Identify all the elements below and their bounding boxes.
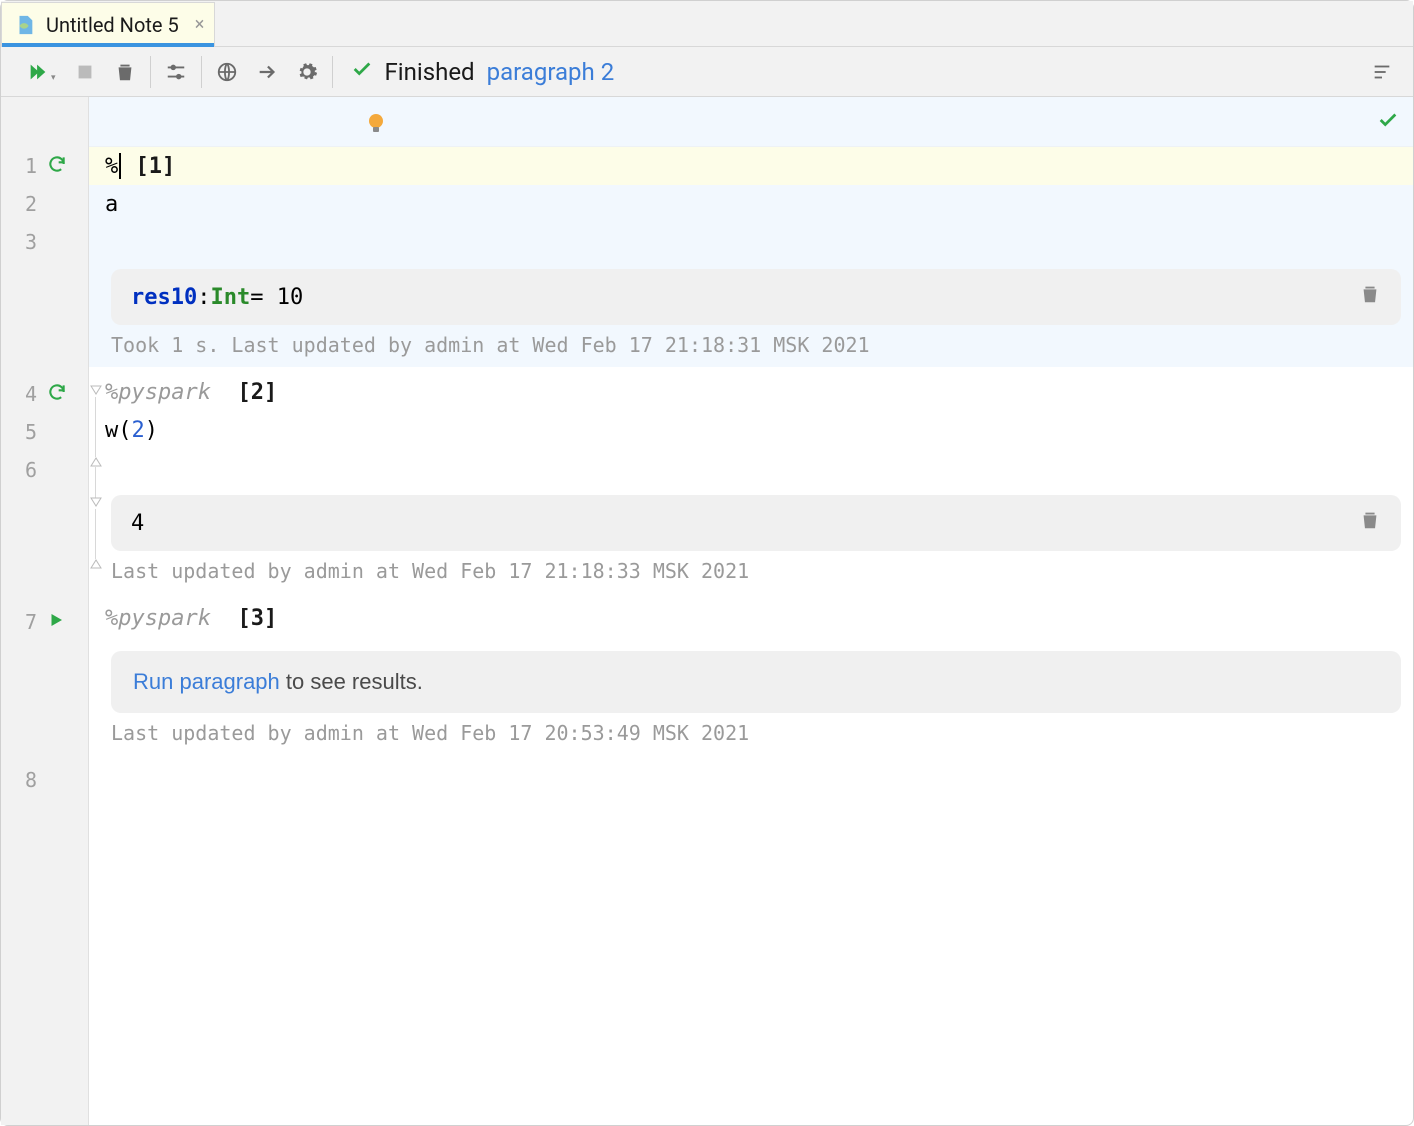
line-number: 7: [1, 610, 37, 634]
arrow-right-button[interactable]: [256, 61, 278, 83]
meta-line: Last updated by admin at Wed Feb 17 21:1…: [89, 555, 1413, 593]
gutter: 1 2 3 4 5 6 7 8: [1, 97, 89, 1125]
line-number: 5: [1, 420, 37, 444]
trash-icon[interactable]: [1359, 509, 1381, 537]
line-number: 1: [1, 154, 37, 178]
code-text: ): [145, 418, 158, 443]
tab-title: Untitled Note 5: [46, 13, 179, 37]
tab-bar: Untitled Note 5 ×: [1, 1, 1413, 47]
line-number: 2: [1, 192, 37, 216]
run-dropdown-icon[interactable]: ▾: [51, 73, 56, 83]
line-number: 8: [1, 768, 37, 792]
paragraph-1[interactable]: % [1] a res10: Int = 10 Took 1 s. Last u…: [89, 147, 1413, 367]
outline-button[interactable]: [1371, 61, 1393, 83]
line-number: 4: [1, 382, 37, 406]
code-line[interactable]: % [1]: [89, 147, 1413, 185]
meta-line: Took 1 s. Last updated by admin at Wed F…: [89, 329, 1413, 367]
cell-tag: [2]: [237, 380, 277, 405]
text-cursor: [119, 153, 121, 179]
code-text: a: [105, 192, 118, 217]
code-line[interactable]: %pyspark [2]: [89, 373, 1413, 411]
hint-row: [89, 97, 1413, 147]
status-check-icon: [351, 58, 373, 86]
code-line[interactable]: a: [89, 185, 1413, 223]
code-line[interactable]: [89, 449, 1413, 487]
paragraph-3[interactable]: %pyspark [3] Run paragraph to see result…: [89, 599, 1413, 755]
meta-line: Last updated by admin at Wed Feb 17 20:5…: [89, 717, 1413, 755]
rerun-icon[interactable]: [47, 382, 67, 407]
status-area: Finished paragraph 2: [333, 58, 633, 86]
paragraph-2[interactable]: %pyspark [2] w(2) 4 Last updated by admi…: [89, 373, 1413, 593]
delete-button[interactable]: [114, 61, 136, 83]
ok-check-icon: [1377, 109, 1399, 137]
stop-button: [74, 61, 96, 83]
tab-active[interactable]: Untitled Note 5 ×: [1, 2, 215, 46]
tab-close-icon[interactable]: ×: [195, 14, 205, 35]
line-number: 3: [1, 230, 37, 254]
gear-button[interactable]: [296, 61, 318, 83]
status-label: Finished: [385, 58, 475, 86]
bulb-icon[interactable]: [367, 113, 385, 135]
editor: 1 2 3 4 5 6 7 8: [1, 97, 1413, 1125]
status-link[interactable]: paragraph 2: [487, 58, 615, 86]
cell-tag: [3]: [237, 606, 277, 631]
result-colon: :: [197, 285, 210, 310]
line-number: 6: [1, 458, 37, 482]
code-line[interactable]: [89, 223, 1413, 261]
note-file-icon: [14, 14, 36, 36]
result-box: 4: [111, 495, 1401, 551]
result-type: Int: [210, 285, 250, 310]
cell-tag: [1]: [136, 154, 176, 179]
run-all-button[interactable]: ▾: [27, 61, 56, 83]
code-line[interactable]: w(2): [89, 411, 1413, 449]
interpreter-directive: %pyspark: [105, 606, 211, 631]
prompt-box: Run paragraph to see results.: [111, 651, 1401, 713]
trash-icon[interactable]: [1359, 283, 1381, 311]
play-icon[interactable]: [47, 610, 65, 634]
code-line[interactable]: %pyspark [3]: [89, 599, 1413, 637]
result-box: res10: Int = 10: [111, 269, 1401, 325]
run-paragraph-link[interactable]: Run paragraph: [133, 669, 280, 694]
toolbar: ▾ Finished paragraph 2: [1, 47, 1413, 97]
interpreter-directive: %pyspark: [105, 380, 211, 405]
result-value: 4: [131, 511, 144, 536]
rerun-icon[interactable]: [47, 154, 67, 179]
result-value: = 10: [250, 285, 303, 310]
globe-button[interactable]: [216, 61, 238, 83]
number-literal: 2: [132, 418, 145, 443]
code-area[interactable]: % [1] a res10: Int = 10 Took 1 s. Last u…: [89, 97, 1413, 1125]
code-text: w(: [105, 418, 132, 443]
result-name: res10: [131, 285, 197, 310]
interpreter-prefix: %: [105, 154, 118, 179]
settings-sliders-button[interactable]: [165, 61, 187, 83]
prompt-text: to see results.: [280, 669, 423, 694]
